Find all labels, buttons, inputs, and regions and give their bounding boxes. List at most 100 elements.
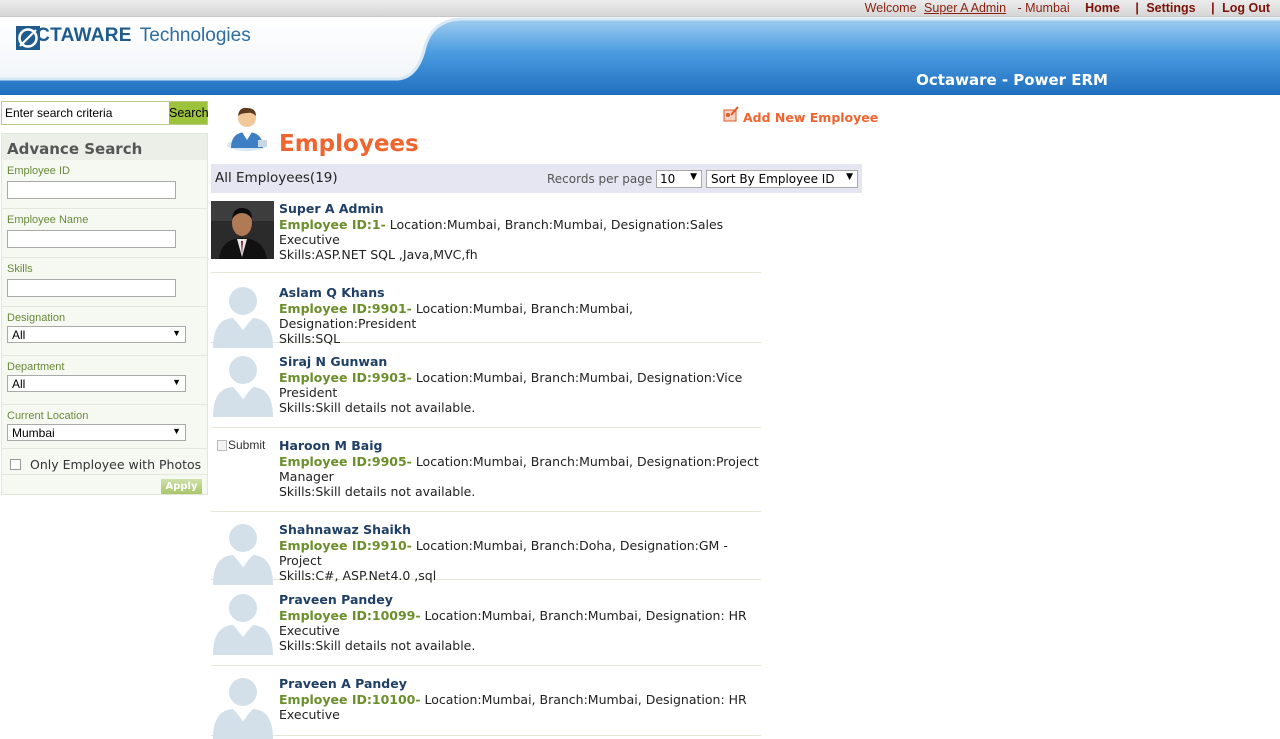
employee-info: Employee ID:9905- Location:Mumbai, Branc… — [279, 454, 765, 499]
employee-name-link[interactable]: Aslam Q Khans — [279, 285, 385, 300]
employees-user-icon — [227, 107, 267, 151]
employee-id-text: Employee ID:10100- — [279, 692, 421, 707]
separator: | — [1211, 1, 1215, 15]
designation-value: All — [12, 328, 26, 342]
broken-image-icon — [217, 439, 227, 451]
employee-skills-text: Skills:Skill details not available. — [279, 638, 476, 653]
photos-checkbox[interactable] — [10, 459, 21, 470]
all-employees-count: All Employees(19) — [215, 170, 338, 186]
employee-photo — [211, 201, 274, 259]
placeholder-avatar-icon — [213, 287, 273, 348]
current-location-text: - Mumbai — [1017, 1, 1070, 15]
employee-name-label: Employee Name — [7, 214, 89, 226]
records-per-page-label: Records per page — [547, 172, 653, 186]
employee-name-field-group: Employee Name — [2, 209, 207, 258]
placeholder-avatar-icon — [213, 594, 273, 655]
chevron-down-icon: ▼ — [846, 172, 853, 182]
employee-name-link[interactable]: Super A Admin — [279, 201, 384, 216]
settings-link[interactable]: Settings — [1146, 1, 1195, 15]
brand-suffix: Technologies — [139, 25, 251, 46]
employee-name-link[interactable]: Haroon M Baig — [279, 438, 382, 453]
location-value: Mumbai — [12, 426, 55, 440]
employee-skills-text: Skills:Skill details not available. — [279, 484, 476, 499]
location-field-group: Current Location Mumbai ▼ — [2, 405, 207, 449]
department-select[interactable]: All ▼ — [7, 375, 186, 392]
employee-row: Siraj N Gunwan Employee ID:9903- Location… — [211, 354, 761, 428]
photos-label: Only Employee with Photos — [30, 457, 202, 472]
employee-name-link[interactable]: Shahnawaz Shaikh — [279, 522, 411, 537]
employee-info: Employee ID:9910- Location:Mumbai, Branc… — [279, 538, 765, 583]
page-title: Employees — [279, 131, 419, 157]
top-links: Welcome Super A Admin - Mumbai Home | Se… — [861, 1, 1270, 15]
broken-image-alt: Submit — [228, 438, 266, 452]
search-button[interactable]: Search — [169, 102, 209, 124]
sort-select[interactable]: Sort By Employee ID ▼ — [706, 170, 858, 188]
location-label: Current Location — [7, 410, 89, 422]
list-toolbar: All Employees(19) Records per page 10 ▼ S… — [211, 164, 862, 193]
employee-row: Praveen Pandey Employee ID:10099- Locatio… — [211, 592, 761, 666]
chevron-down-icon: ▼ — [172, 377, 181, 387]
employee-info: Employee ID:9901- Location:Mumbai, Branc… — [279, 301, 765, 346]
employee-name-link[interactable]: Siraj N Gunwan — [279, 354, 387, 369]
chevron-down-icon: ▼ — [690, 172, 697, 182]
employee-row: Aslam Q Khans Employee ID:9901- Location:… — [211, 285, 761, 348]
department-value: All — [12, 377, 26, 391]
employee-id-text: Employee ID:9910- — [279, 538, 412, 553]
advance-search-panel: Advance Search Employee ID Employee Name… — [1, 133, 208, 495]
designation-label: Designation — [7, 312, 66, 324]
octaware-logo: OCTAWARE Technologies — [15, 25, 251, 50]
records-per-page-select[interactable]: 10 ▼ — [656, 170, 702, 188]
top-bar: Welcome Super A Admin - Mumbai Home | Se… — [0, 0, 1280, 17]
employee-row: Praveen A Pandey Employee ID:10100- Locat… — [211, 676, 761, 739]
header: OCTAWARE Technologies Octaware - Power ER… — [0, 17, 1280, 95]
employee-skills-text: Skills:SQL — [279, 331, 341, 346]
broken-image-placeholder: Submit — [217, 438, 265, 452]
employee-info: Employee ID:9903- Location:Mumbai, Branc… — [279, 370, 765, 415]
department-label: Department — [7, 361, 65, 373]
employee-name-link[interactable]: Praveen Pandey — [279, 592, 393, 607]
logout-link[interactable]: Log Out — [1222, 1, 1270, 15]
employee-skills-text: Skills:ASP.NET SQL ,Java,MVC,fh — [279, 247, 478, 262]
designation-select[interactable]: All ▼ — [7, 326, 186, 343]
apply-button[interactable]: Apply — [161, 479, 202, 494]
employee-row: Super A Admin Employee ID:1- Location:Mum… — [211, 201, 761, 273]
product-title: Octaware - Power ERM — [916, 71, 1108, 89]
skills-input[interactable] — [7, 278, 176, 297]
employee-row: Submit Haroon M Baig Employee ID:9905- Loc… — [211, 438, 761, 512]
add-new-employee-label: Add New Employee — [743, 110, 879, 125]
placeholder-avatar-icon — [213, 524, 273, 585]
search-input[interactable] — [2, 102, 169, 124]
welcome-text: Welcome — [864, 1, 917, 15]
employee-id-label: Employee ID — [7, 165, 70, 177]
designation-field-group: Designation All ▼ — [2, 307, 207, 356]
employee-id-text: Employee ID:9901- — [279, 301, 412, 316]
skills-label: Skills — [7, 263, 33, 275]
placeholder-avatar-icon — [213, 678, 273, 739]
chevron-down-icon: ▼ — [172, 426, 181, 436]
employee-info: Employee ID:10100- Location:Mumbai, Bran… — [279, 692, 765, 722]
employee-id-field-group: Employee ID — [2, 160, 207, 209]
records-per-page-value: 10 — [660, 172, 676, 186]
employee-skills-text: Skills:C#, ASP.Net4.0 ,sql — [279, 568, 437, 583]
photos-filter: Only Employee with Photos — [2, 449, 207, 475]
employee-info: Employee ID:1- Location:Mumbai, Branch:M… — [279, 217, 765, 262]
employee-id-text: Employee ID:1- — [279, 217, 386, 232]
chevron-down-icon: ▼ — [172, 328, 181, 338]
employee-info: Employee ID:10099- Location:Mumbai, Bran… — [279, 608, 765, 653]
skills-field-group: Skills — [2, 258, 207, 307]
employee-name-input[interactable] — [7, 229, 176, 248]
separator: | — [1135, 1, 1139, 15]
employee-id-text: Employee ID:10099- — [279, 608, 421, 623]
current-user-link[interactable]: Super A Admin — [924, 1, 1006, 15]
quick-search: Search — [1, 101, 209, 125]
add-new-employee-link[interactable]: Add New Employee — [723, 102, 878, 125]
employee-id-text: Employee ID:9903- — [279, 370, 412, 385]
location-select[interactable]: Mumbai ▼ — [7, 424, 186, 441]
logo-mark-icon — [16, 26, 40, 50]
employee-id-input[interactable] — [7, 180, 176, 199]
advance-search-title: Advance Search — [2, 134, 207, 160]
department-field-group: Department All ▼ — [2, 356, 207, 405]
home-link[interactable]: Home — [1085, 1, 1120, 15]
employee-id-text: Employee ID:9905- — [279, 454, 412, 469]
employee-name-link[interactable]: Praveen A Pandey — [279, 676, 407, 691]
